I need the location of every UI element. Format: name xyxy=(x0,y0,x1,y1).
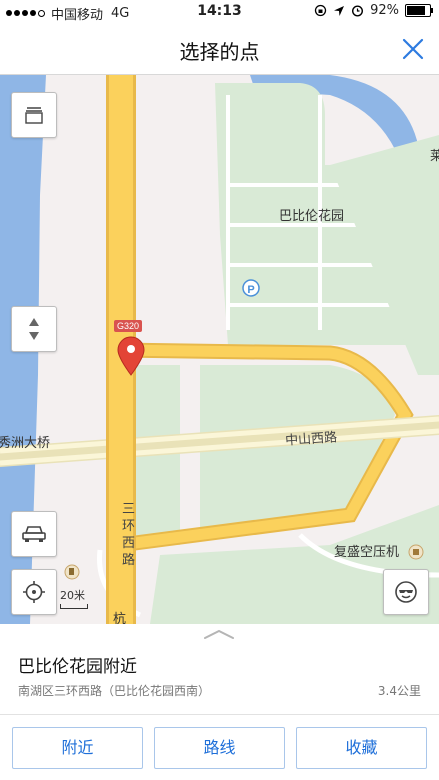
map-label-garden: 巴比伦花园 xyxy=(279,209,345,224)
route-button[interactable]: 路线 xyxy=(154,727,285,769)
map-label-partial-right: 莱 xyxy=(430,149,439,164)
map-label-bridge: 秀洲大桥 xyxy=(0,436,51,451)
favorite-button[interactable]: 收藏 xyxy=(296,727,427,769)
orientation-lock-icon xyxy=(314,4,327,17)
close-icon[interactable] xyxy=(401,37,425,61)
nearby-button[interactable]: 附近 xyxy=(12,727,143,769)
highway-shield-label: G320 xyxy=(117,321,139,331)
layers-icon xyxy=(25,107,43,124)
alarm-icon xyxy=(352,5,364,17)
location-arrow-icon xyxy=(334,5,345,16)
map-label-zhongshan-road: 中山西路 xyxy=(284,430,338,449)
place-distance: 3.4公里 xyxy=(377,684,421,698)
map-view[interactable]: G320 P 巴比伦花园 秀洲大桥 中山西路 三环西路 复盛空压机 杭 莱 20… xyxy=(0,75,439,624)
scale-label: 20米 xyxy=(60,589,85,602)
layers-button[interactable] xyxy=(11,92,57,138)
battery-percent: 92% xyxy=(370,3,399,18)
map-label-partial-bottom: 杭 xyxy=(113,612,127,624)
action-bar: 附近 路线 收藏 xyxy=(12,727,427,769)
locate-icon xyxy=(23,581,45,603)
status-right: 92% xyxy=(314,3,433,18)
map-scale: 20米 xyxy=(60,587,88,609)
place-address: 南湖区三环西路（巴比伦花园西南） xyxy=(18,684,211,698)
locate-button[interactable] xyxy=(11,569,57,615)
divider xyxy=(0,714,439,715)
sunglasses-face-icon xyxy=(395,581,417,603)
parking-label: P xyxy=(247,284,254,296)
battery-icon xyxy=(405,4,433,17)
page-title: 选择的点 xyxy=(179,40,260,64)
car-icon xyxy=(22,526,46,542)
compass-toggle-button[interactable] xyxy=(11,306,57,352)
map-label-company: 复盛空压机 xyxy=(334,545,400,560)
status-bar: 中国移动 4G 14:13 92% xyxy=(0,0,439,24)
scale-bar xyxy=(60,604,88,609)
navigator-button[interactable] xyxy=(383,569,429,615)
map-label-sanhuan-road: 三环西路 xyxy=(122,502,136,568)
chevron-up-icon[interactable] xyxy=(203,628,235,640)
up-down-arrows-icon xyxy=(29,318,39,340)
place-name: 巴比伦花园附近 xyxy=(18,657,137,677)
nav-bar: 选择的点 xyxy=(0,24,439,75)
traffic-button[interactable] xyxy=(11,511,57,557)
